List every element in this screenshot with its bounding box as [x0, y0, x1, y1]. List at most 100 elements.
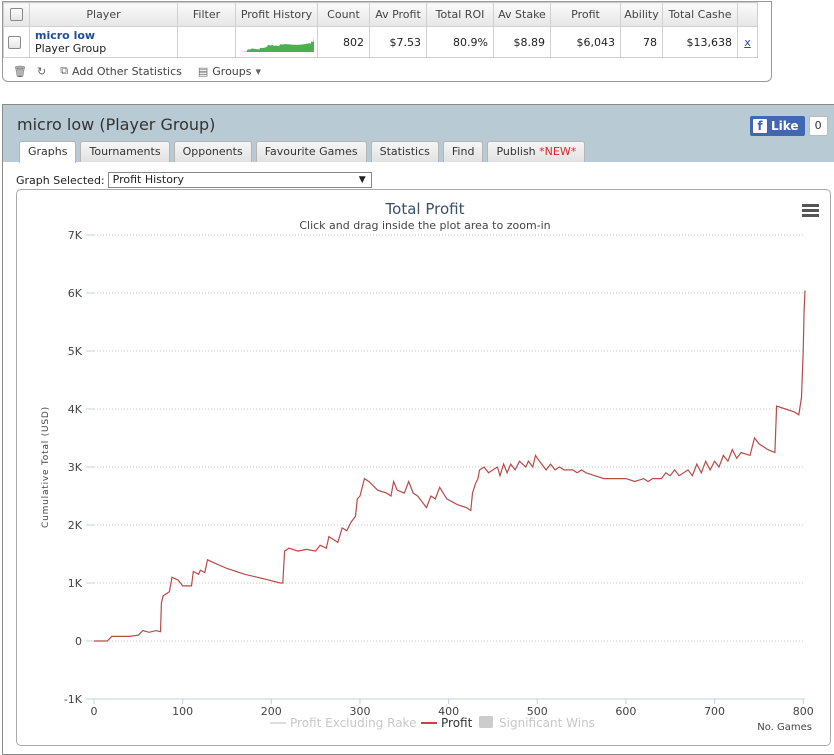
tab-publish-label: Publish: [496, 145, 536, 158]
select-all-checkbox[interactable]: [10, 8, 23, 22]
profit-history-sparkline: [239, 36, 314, 52]
filter-cell: [177, 26, 236, 58]
menu-icon-bar: [802, 214, 819, 217]
dropdown-arrow-icon: ▼: [358, 175, 366, 185]
legend-box-swatch: [479, 716, 493, 728]
chevron-down-icon: ▾: [255, 64, 262, 78]
menu-icon-bar: [802, 209, 819, 212]
player-stats-panel: Player Filter Profit History Count Av Pr…: [2, 1, 772, 82]
profit-history-cell: [235, 26, 318, 58]
header-remove: [737, 2, 758, 27]
header-av-profit[interactable]: Av Profit: [369, 2, 427, 27]
stats-header-row: Player Filter Profit History Count Av Pr…: [3, 2, 758, 27]
y-tick-label: 7K: [68, 229, 83, 242]
profit-series-line: [94, 290, 806, 642]
x-tick-label: 0: [91, 705, 98, 718]
chart-container[interactable]: Total Profit Click and drag inside the pl…: [16, 189, 831, 746]
facebook-like-button[interactable]: f Like: [750, 116, 805, 136]
header-player[interactable]: Player: [29, 2, 178, 27]
graph-select-dropdown[interactable]: Profit History ▼: [107, 172, 372, 188]
header-ability[interactable]: Ability: [620, 2, 663, 27]
ability-cell: 78: [620, 26, 663, 58]
header-count[interactable]: Count: [317, 2, 370, 27]
player-name-link[interactable]: micro low: [35, 29, 172, 42]
header-filter[interactable]: Filter: [177, 2, 236, 27]
refresh-icon: ↻: [36, 64, 47, 78]
av-profit-cell: $7.53: [369, 26, 427, 58]
legend-label: Profit: [441, 716, 473, 730]
remove-cell: x: [737, 26, 758, 58]
graph-select-label: Graph Selected:: [16, 173, 105, 187]
y-tick-label: 2K: [68, 519, 83, 532]
sparkline-area: [239, 36, 314, 52]
row-select-cell[interactable]: [3, 26, 30, 58]
trash-icon: 🗑: [13, 64, 27, 78]
tab-find[interactable]: Find: [442, 141, 484, 162]
new-badge: *NEW*: [539, 145, 577, 158]
header-total-roi[interactable]: Total ROI: [426, 2, 494, 27]
groups-label: Groups: [212, 64, 252, 78]
count-cell: 802: [317, 26, 370, 58]
menu-icon-bar: [802, 204, 819, 207]
facebook-icon: f: [753, 119, 767, 133]
header-av-stake[interactable]: Av Stake: [493, 2, 551, 27]
tab-publish[interactable]: Publish *NEW*: [487, 141, 586, 162]
y-tick-label: 5K: [68, 345, 83, 358]
x-tick-label: 200: [261, 705, 282, 718]
tab-tournaments[interactable]: Tournaments: [80, 141, 170, 162]
like-count: 0: [808, 116, 828, 136]
graph-select-row: Graph Selected: Profit History ▼: [16, 172, 372, 188]
tab-statistics[interactable]: Statistics: [370, 141, 439, 162]
delete-button[interactable]: 🗑: [13, 65, 31, 78]
stats-toolbar: 🗑 ↻ ⧉ Add Other Statistics ▤ Groups ▾: [3, 60, 771, 81]
player-type-label: Player Group: [35, 42, 107, 55]
refresh-button[interactable]: ↻: [37, 65, 50, 78]
total-roi-cell: 80.9%: [426, 26, 494, 58]
stats-table: Player Filter Profit History Count Av Pr…: [3, 2, 758, 58]
x-tick-label: 700: [704, 705, 725, 718]
tab-favourite-games[interactable]: Favourite Games: [255, 141, 367, 162]
facebook-like-widget: f Like 0: [750, 116, 828, 136]
like-label: Like: [771, 119, 799, 133]
x-tick-label: 600: [615, 705, 636, 718]
add-other-statistics-label: Add Other Statistics: [72, 64, 182, 78]
tab-graphs-label: Graphs: [28, 145, 68, 158]
select-all-header[interactable]: [3, 2, 30, 27]
row-checkbox[interactable]: [7, 35, 21, 49]
x-axis-title: No. Games: [757, 722, 812, 733]
graph-select-value: Profit History: [112, 173, 184, 186]
chart-title: Total Profit: [385, 200, 465, 218]
panel-header: micro low (Player Group) f Like 0 Graphs …: [3, 105, 834, 163]
chart-subtitle: Click and drag inside the plot area to z…: [299, 219, 550, 232]
y-tick-label: 1K: [68, 577, 83, 590]
legend-label: Profit Excluding Rake: [290, 716, 416, 730]
x-tick-label: 800: [793, 705, 814, 718]
groups-dropdown[interactable]: ▤ Groups ▾: [198, 65, 265, 78]
add-other-statistics-button[interactable]: ⧉ Add Other Statistics: [60, 64, 182, 78]
x-tick-label: 100: [172, 705, 193, 718]
tab-graphs[interactable]: Graphs: [19, 141, 77, 163]
av-stake-cell: $8.89: [493, 26, 551, 58]
remove-row-link[interactable]: x: [744, 36, 751, 49]
tab-find-label: Find: [451, 145, 475, 158]
header-profit[interactable]: Profit: [550, 2, 621, 27]
add-stats-icon: ⧉: [60, 64, 69, 77]
y-tick-label: 3K: [68, 461, 83, 474]
chart-menu-button[interactable]: [802, 204, 819, 219]
header-profit-history[interactable]: Profit History: [235, 2, 318, 27]
header-total-cashes[interactable]: Total Cashe: [662, 2, 738, 27]
total-cashes-cell: $13,638: [662, 26, 738, 58]
panel-title: micro low (Player Group): [17, 115, 216, 134]
legend-label: Significant Wins: [499, 716, 595, 730]
player-group-panel: micro low (Player Group) f Like 0 Graphs …: [2, 104, 834, 755]
y-tick-label: 0: [75, 635, 82, 648]
panel-tabs: Graphs Tournaments Opponents Favourite G…: [19, 141, 589, 163]
groups-icon: ▤: [197, 64, 209, 78]
y-tick-label: 6K: [68, 287, 83, 300]
y-tick-label: -1K: [64, 693, 83, 706]
profit-chart[interactable]: Total ProfitClick and drag inside the pl…: [17, 190, 830, 745]
tab-opponents[interactable]: Opponents: [173, 141, 252, 162]
tab-favourite-games-label: Favourite Games: [264, 145, 358, 158]
y-tick-label: 4K: [68, 403, 83, 416]
y-axis-title: Cumulative Total (USD): [41, 406, 51, 528]
